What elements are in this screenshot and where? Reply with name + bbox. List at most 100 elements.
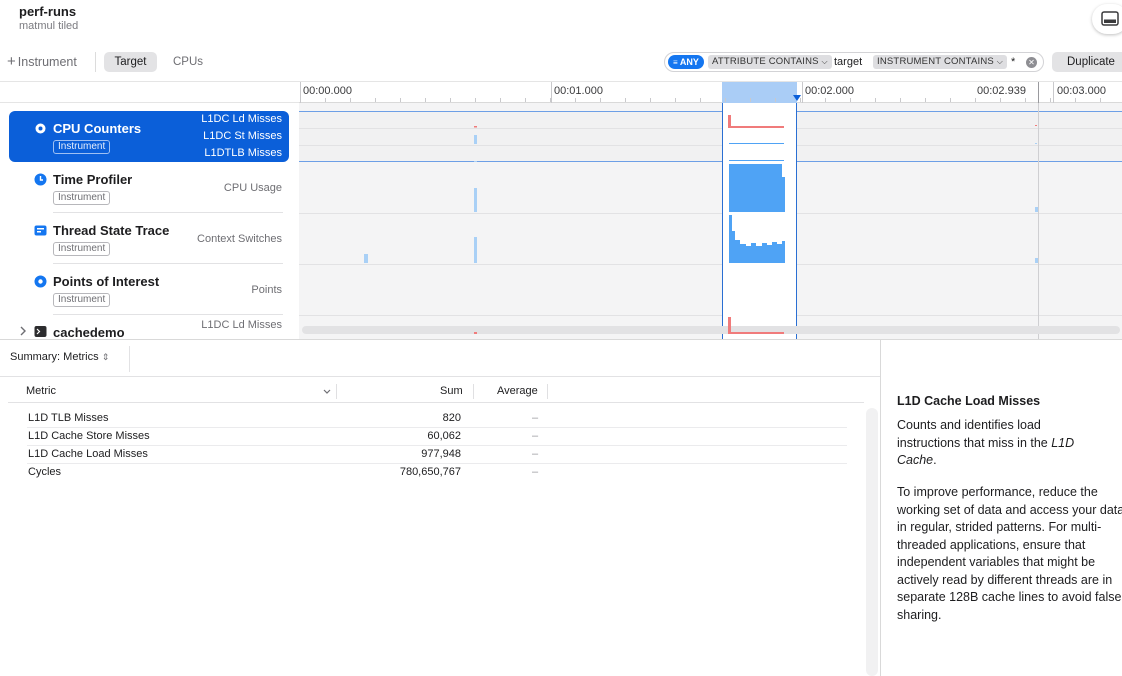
table-row[interactable]: L1D Cache Load Misses 977,948 – bbox=[27, 446, 847, 464]
instrument-row-cachedemo[interactable]: cachedemo L1DC Ld Misses bbox=[0, 315, 299, 339]
tab-cpus[interactable]: CPUs bbox=[165, 52, 211, 72]
track-points-of-interest bbox=[299, 264, 1122, 315]
column-header-sum[interactable]: Sum bbox=[440, 385, 463, 397]
instrument-badge: Instrument bbox=[53, 242, 111, 256]
column-divider[interactable] bbox=[547, 384, 548, 399]
instrument-track-area: CPU Counters Instrument L1DC Ld Misses L… bbox=[0, 103, 1122, 339]
ruler-selection[interactable] bbox=[722, 82, 797, 103]
instrument-row-points-of-interest[interactable]: Points of Interest Instrument Points bbox=[0, 264, 299, 315]
updown-chevron-icon: ⇕ bbox=[101, 352, 110, 362]
column-header-average[interactable]: Average bbox=[497, 385, 538, 397]
table-row[interactable]: L1D TLB Misses 820 – bbox=[27, 410, 847, 428]
ruler-label: 00:02.000 bbox=[805, 85, 854, 97]
clock-icon bbox=[34, 173, 47, 186]
metric-average: – bbox=[532, 412, 539, 424]
instrument-metric: L1DTLB Misses bbox=[204, 147, 282, 159]
ruler-label: 00:00.000 bbox=[303, 85, 352, 97]
filter-field[interactable]: ≡ ANY ATTRIBUTE CONTAINS ⌵ target INSTRU… bbox=[664, 52, 1044, 72]
metric-name: L1D TLB Misses bbox=[28, 412, 109, 424]
ld-miss-spike bbox=[474, 126, 477, 128]
column-divider[interactable] bbox=[473, 384, 474, 399]
ruler-minor-tick bbox=[500, 98, 501, 102]
filter-icon: ≡ bbox=[673, 58, 678, 67]
cpu-usage-tail bbox=[1035, 207, 1038, 212]
chevron-right-icon[interactable] bbox=[19, 326, 27, 336]
sidebar-toggle-button[interactable] bbox=[1092, 4, 1122, 34]
filter-attribute-token[interactable]: ATTRIBUTE CONTAINS ⌵ bbox=[708, 55, 832, 69]
ruler-minor-tick bbox=[400, 98, 401, 102]
ruler-minor-tick bbox=[950, 98, 951, 102]
instrument-row-time-profiler[interactable]: Time Profiler Instrument CPU Usage bbox=[0, 162, 299, 213]
instrument-metric: L1DC St Misses bbox=[203, 130, 282, 142]
ld-miss-tail bbox=[1035, 125, 1037, 126]
playhead-icon[interactable] bbox=[792, 95, 802, 103]
tab-target[interactable]: Target bbox=[104, 52, 157, 72]
instrument-row-cpu-counters[interactable]: CPU Counters Instrument L1DC Ld Misses L… bbox=[0, 103, 299, 162]
toolbar: + Instrument Target CPUs ≡ ANY ATTRIBUTE … bbox=[0, 44, 1122, 81]
ruler-minor-tick bbox=[850, 98, 851, 102]
ruler-minor-tick bbox=[750, 98, 751, 102]
instrument-badge: Instrument bbox=[53, 140, 111, 154]
time-selection-window[interactable] bbox=[722, 103, 797, 339]
time-ruler[interactable]: 00:00.000 00:01.000 00:02.000 00:02.939 … bbox=[299, 81, 1122, 103]
ruler-label: 00:03.000 bbox=[1057, 85, 1106, 97]
metrics-table: Metric Sum Average L1D TLB Misses 820 – … bbox=[0, 377, 880, 676]
terminal-icon bbox=[34, 326, 47, 337]
ruler-minor-tick bbox=[775, 98, 776, 102]
filter-any-token[interactable]: ≡ ANY bbox=[668, 55, 704, 69]
instrument-row-thread-state-trace[interactable]: Thread State Trace Instrument Context Sw… bbox=[0, 213, 299, 264]
ruler-minor-tick bbox=[825, 98, 826, 102]
ruler-minor-tick bbox=[425, 98, 426, 102]
ruler-tick bbox=[551, 82, 552, 103]
ruler-minor-tick bbox=[650, 98, 651, 102]
instrument-metric: CPU Usage bbox=[223, 182, 282, 194]
timeline-svg bbox=[299, 103, 1122, 339]
document-subtitle: matmul tiled bbox=[19, 20, 79, 32]
timeline-scrollbar[interactable] bbox=[302, 326, 1120, 334]
table-row[interactable]: Cycles 780,650,767 – bbox=[27, 464, 847, 482]
ruler-tick bbox=[1053, 82, 1054, 103]
column-header-metric[interactable]: Metric bbox=[26, 385, 56, 397]
instrument-metric: Points bbox=[251, 284, 282, 296]
filter-instrument-token[interactable]: INSTRUMENT CONTAINS ⌵ bbox=[873, 55, 1008, 69]
chevron-down-icon: ⌵ bbox=[996, 57, 1004, 66]
ruler-minor-tick bbox=[625, 98, 626, 102]
summary-bar: Summary: Metrics ⇕ bbox=[0, 339, 880, 377]
metric-average: – bbox=[532, 430, 539, 442]
ruler-tick bbox=[802, 82, 803, 103]
table-row[interactable]: L1D Cache Store Misses 60,062 – bbox=[27, 428, 847, 446]
gear-icon bbox=[35, 123, 46, 134]
instrument-name: Time Profiler bbox=[53, 172, 133, 187]
instrument-metric: Context Switches bbox=[197, 233, 282, 245]
duplicate-button[interactable]: Duplicate bbox=[1052, 52, 1122, 72]
cachedemo-ld-miss-peak bbox=[728, 317, 731, 333]
ruler-minor-tick bbox=[1025, 98, 1026, 102]
ruler-minor-tick bbox=[550, 98, 551, 102]
cachedemo-ld-miss-mark bbox=[474, 332, 477, 334]
instrument-name: Points of Interest bbox=[53, 274, 160, 289]
instrument-name: CPU Counters bbox=[53, 121, 142, 136]
add-instrument-button[interactable]: + Instrument bbox=[7, 53, 77, 70]
summary-select[interactable]: Summary: Metrics ⇕ bbox=[10, 351, 109, 363]
column-divider[interactable] bbox=[336, 384, 337, 399]
metric-name: L1D Cache Store Misses bbox=[28, 430, 150, 442]
cpu-usage-spike bbox=[474, 188, 477, 212]
ruler-minor-tick bbox=[875, 98, 876, 102]
ruler-minor-tick bbox=[475, 98, 476, 102]
sort-chevron-icon[interactable] bbox=[323, 389, 331, 395]
filter-value-attribute[interactable]: target bbox=[834, 54, 862, 70]
ruler-minor-tick bbox=[325, 98, 326, 102]
ruler-minor-tick bbox=[725, 98, 726, 102]
ruler-label: 00:02.939 bbox=[977, 85, 1026, 97]
filter-value-instrument[interactable]: * bbox=[1011, 54, 1015, 70]
ruler-tick bbox=[1038, 82, 1039, 103]
instrument-badge: Instrument bbox=[53, 293, 111, 307]
clear-filter-icon[interactable]: ✕ bbox=[1026, 57, 1037, 68]
timeline-graph[interactable] bbox=[299, 103, 1122, 339]
ruler-minor-tick bbox=[1050, 98, 1051, 102]
inspector-description: Counts and identifies load instructions … bbox=[897, 418, 1075, 467]
plus-icon: + bbox=[7, 53, 16, 70]
cpu-usage-block bbox=[729, 164, 782, 212]
table-scrollbar[interactable] bbox=[866, 408, 878, 676]
add-instrument-label: Instrument bbox=[17, 55, 77, 69]
